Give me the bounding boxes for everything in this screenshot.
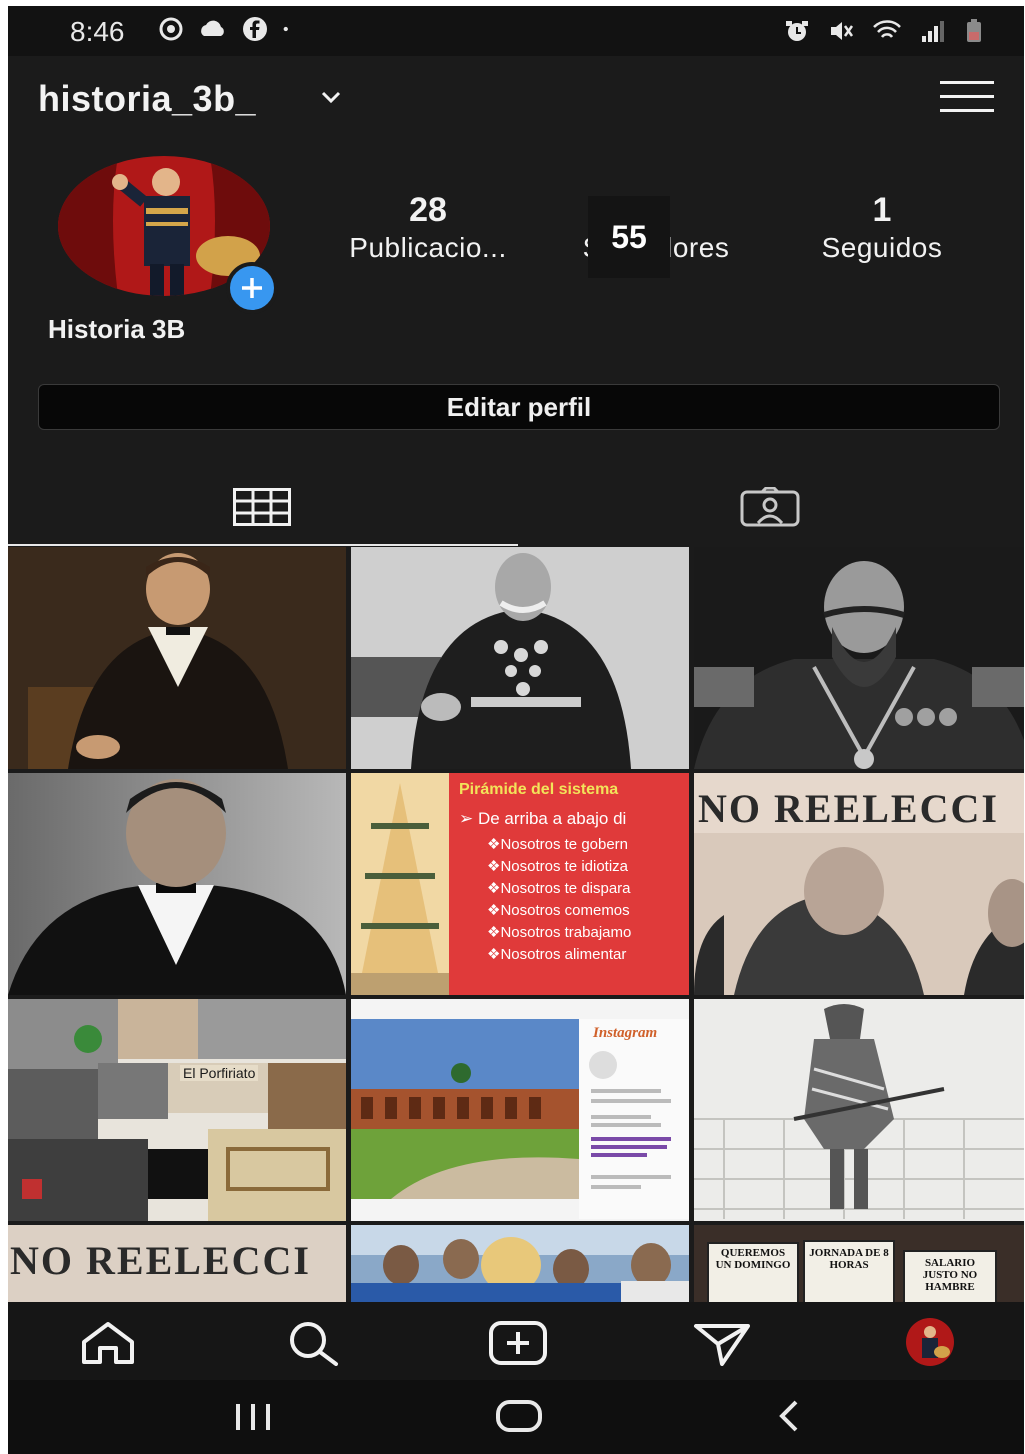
following-count: 1 bbox=[872, 191, 892, 229]
slide-line: ➢ De arriba a abajo di bbox=[459, 809, 627, 828]
post-thumbnail[interactable] bbox=[351, 1225, 689, 1302]
post-thumbnail[interactable]: Instagram bbox=[351, 999, 689, 1221]
banner-text: NO REELECCI bbox=[10, 1238, 311, 1283]
profile-avatar-icon[interactable] bbox=[904, 1316, 956, 1368]
slide-line: ❖Nosotros alimentar bbox=[487, 946, 627, 963]
banner-text: NO REELECCI bbox=[698, 786, 999, 831]
tab-posts-grid[interactable] bbox=[8, 468, 516, 546]
status-time: 8:46 bbox=[70, 16, 125, 47]
direct-message-icon[interactable] bbox=[692, 1320, 752, 1366]
tagged-person-icon bbox=[740, 487, 800, 527]
grid-icon bbox=[233, 488, 291, 526]
mute-icon bbox=[831, 22, 854, 40]
profile-display-name: Historia 3B bbox=[48, 314, 186, 344]
add-story-button[interactable] bbox=[226, 262, 278, 314]
slide-line: ❖Nosotros comemos bbox=[487, 902, 630, 919]
slide-line: ❖Nosotros te gobern bbox=[487, 836, 629, 853]
post-thumbnail[interactable] bbox=[8, 547, 346, 769]
posts-label: Publicacio... bbox=[349, 232, 507, 263]
posts-grid: Pirámide del sistema ➢ De arriba a abajo… bbox=[8, 547, 1024, 1302]
protest-sign: QUEREMOS UN DOMINGO bbox=[715, 1247, 791, 1271]
chevron-down-icon[interactable] bbox=[320, 90, 342, 104]
stat-posts[interactable]: 28 Publicacio... bbox=[328, 191, 528, 264]
system-navigation bbox=[8, 1380, 1024, 1454]
post-thumbnail[interactable]: El Porfiriato bbox=[8, 999, 346, 1221]
home-button[interactable] bbox=[494, 1398, 544, 1434]
post-thumbnail[interactable] bbox=[694, 999, 1024, 1221]
overlay-count-badge: 55 bbox=[588, 196, 670, 278]
post-thumbnail[interactable]: NO REELECCI bbox=[694, 773, 1024, 995]
post-thumbnail[interactable]: NO REELECCI bbox=[8, 1225, 346, 1302]
wifi-icon bbox=[873, 20, 901, 38]
signal-icon bbox=[922, 21, 944, 42]
hamburger-menu-icon[interactable] bbox=[940, 80, 994, 114]
account-username[interactable]: historia_3b_ bbox=[38, 78, 256, 120]
plus-icon bbox=[242, 278, 262, 298]
facebook-icon bbox=[243, 17, 267, 41]
posts-count: 28 bbox=[409, 191, 447, 229]
tab-tagged[interactable] bbox=[516, 468, 1024, 546]
slide-line: ❖Nosotros te dispara bbox=[487, 880, 631, 897]
following-label: Seguidos bbox=[821, 232, 943, 263]
search-icon[interactable] bbox=[284, 1320, 344, 1366]
slide-title: Pirámide del sistema bbox=[459, 781, 619, 798]
post-thumbnail[interactable] bbox=[351, 547, 689, 769]
alarm-icon bbox=[786, 21, 808, 41]
stat-following[interactable]: 1 Seguidos bbox=[792, 191, 972, 264]
profile-header: historia_3b_ bbox=[8, 56, 1024, 136]
slide-line: ❖Nosotros te idiotiza bbox=[487, 858, 629, 875]
add-post-icon[interactable] bbox=[488, 1320, 548, 1366]
post-thumbnail[interactable] bbox=[8, 773, 346, 995]
cloud-icon bbox=[201, 20, 224, 36]
protest-sign: JORNADA DE 8 HORAS bbox=[809, 1247, 889, 1271]
post-thumbnail[interactable] bbox=[694, 547, 1024, 769]
recent-apps-button[interactable] bbox=[230, 1398, 276, 1434]
edit-profile-button[interactable]: Editar perfil bbox=[38, 384, 1000, 430]
profile-tabs bbox=[8, 468, 1024, 546]
collage-caption: El Porfiriato bbox=[180, 1065, 259, 1081]
sync-icon bbox=[159, 17, 183, 41]
home-icon[interactable] bbox=[78, 1320, 138, 1366]
back-button[interactable] bbox=[772, 1398, 808, 1434]
instagram-caption: Instagram bbox=[593, 1025, 658, 1041]
status-bar: 8:46 bbox=[8, 6, 1024, 56]
post-thumbnail[interactable]: Pirámide del sistema ➢ De arriba a abajo… bbox=[351, 773, 689, 995]
battery-icon bbox=[967, 19, 981, 42]
dot-icon bbox=[283, 26, 288, 32]
slide-line: ❖Nosotros trabajamo bbox=[487, 924, 632, 941]
protest-sign: SALARIO JUSTO NO HAMBRE bbox=[922, 1257, 978, 1293]
phone-screen: 8:46 historia_3b_ 28 Publicacio... 1 Seg… bbox=[8, 6, 1024, 1454]
active-tab-indicator bbox=[8, 544, 518, 546]
post-thumbnail[interactable]: QUEREMOS UN DOMINGO JORNADA DE 8 HORAS S… bbox=[694, 1225, 1024, 1302]
bottom-navigation bbox=[8, 1302, 1024, 1380]
